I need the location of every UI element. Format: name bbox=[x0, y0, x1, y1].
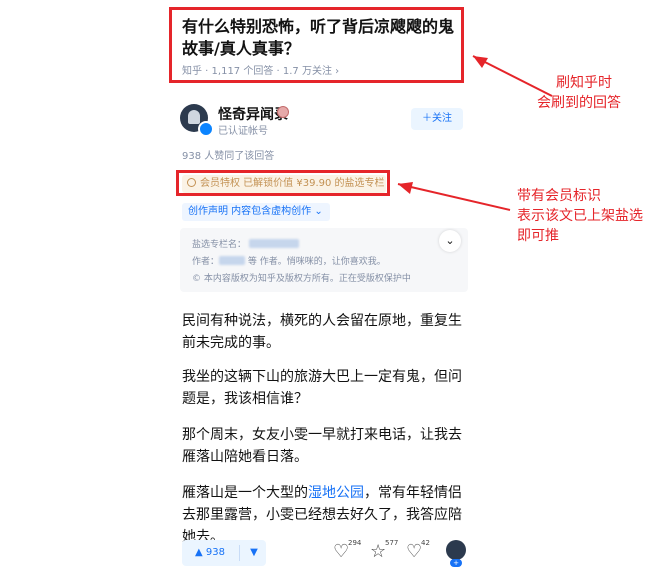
arrow-line-2 bbox=[397, 183, 511, 211]
annotation-1-line-2: 会刷到的回答 bbox=[537, 95, 621, 111]
arrow-head-2 bbox=[398, 182, 413, 194]
annotation-2-line-1: 带有会员标识 bbox=[517, 188, 601, 204]
annotation-2-line-3: 即可推 bbox=[517, 228, 559, 244]
annotation-2-line-2: 表示该文已上架盐选 bbox=[517, 208, 643, 224]
annotation-1-line-1: 刷知乎时 bbox=[556, 75, 612, 91]
